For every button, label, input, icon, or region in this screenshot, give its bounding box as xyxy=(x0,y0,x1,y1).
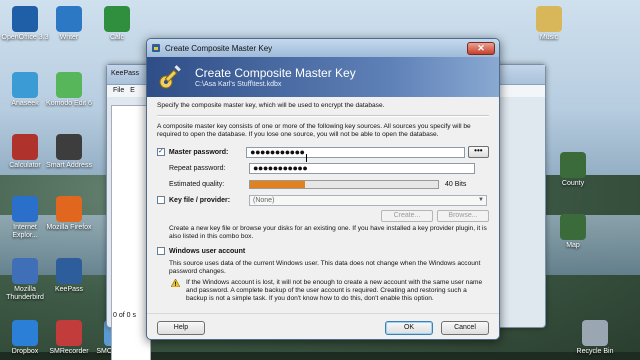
desktop-icon[interactable]: Music xyxy=(524,6,574,42)
cancel-button[interactable]: Cancel xyxy=(441,321,489,335)
desktop-icon-label: Internet Explor... xyxy=(12,224,38,239)
keepass-app-icon xyxy=(152,44,160,52)
key-icon xyxy=(159,65,181,89)
key-file-combo[interactable]: (None) ▼ xyxy=(249,194,487,206)
key-file-note: Create a new key file or browse your dis… xyxy=(169,225,487,240)
intro-text: Specify the composite master key, which … xyxy=(157,102,385,109)
keepass-group-pane[interactable] xyxy=(111,105,151,360)
app-icon xyxy=(56,134,82,160)
desktop-icon-label: KeePass xyxy=(54,286,84,293)
master-password-label: Master password: xyxy=(168,148,229,156)
app-icon xyxy=(536,6,562,32)
warning-icon xyxy=(171,279,180,287)
app-icon xyxy=(56,196,82,222)
desktop-icon[interactable]: Mozilla Firefox xyxy=(44,196,94,232)
desktop-icon-label: Writer xyxy=(59,34,79,41)
key-file-checkbox[interactable] xyxy=(157,196,165,204)
desktop-icon-label: Dropbox xyxy=(11,348,39,355)
dialog-title-bar[interactable]: Create Composite Master Key ✕ xyxy=(147,39,499,57)
desktop-icon-label: Komodo Edit 6 xyxy=(46,100,92,107)
key-file-selected: (None) xyxy=(253,196,275,204)
desktop-icon[interactable]: Anaseek xyxy=(0,72,50,108)
app-icon xyxy=(56,258,82,284)
browse-key-file-button[interactable]: Browse... xyxy=(437,210,489,222)
desktop-icon[interactable]: Internet Explor... xyxy=(0,196,50,240)
desktop-icon-label: Map xyxy=(566,242,580,249)
desktop-icon[interactable]: Recycle Bin xyxy=(570,320,620,356)
windows-account-label: Windows user account xyxy=(169,247,246,255)
dialog-banner: Create Composite Master Key C:\Asa Karl'… xyxy=(147,57,499,97)
chevron-down-icon: ▼ xyxy=(478,196,484,203)
desktop-icon[interactable]: SMRecorder xyxy=(44,320,94,356)
desktop-icon[interactable]: Calc xyxy=(92,6,142,42)
app-icon xyxy=(104,6,130,32)
dialog-button-bar: Help OK Cancel xyxy=(147,313,499,339)
desktop-icon-label: Anaseek xyxy=(11,100,39,107)
app-icon xyxy=(56,72,82,98)
app-icon xyxy=(12,258,38,284)
desktop-icon-label: Mozilla Thunderbird xyxy=(6,286,44,301)
desktop-icon-label: Mozilla Firefox xyxy=(46,224,92,231)
master-password-input[interactable]: ●●●●●●●●●●● xyxy=(246,146,465,158)
quality-bits: 40 Bits xyxy=(445,180,467,188)
separator xyxy=(157,115,489,117)
desktop-icon-label: Music xyxy=(539,34,559,41)
menu-file[interactable]: File xyxy=(113,87,124,94)
master-password-checkbox[interactable]: ✓ xyxy=(157,148,165,156)
repeat-password-input[interactable]: ●●●●●●●●●●● xyxy=(249,162,475,174)
desktop-icon-label: Calc xyxy=(109,34,124,41)
banner-title: Create Composite Master Key xyxy=(195,65,356,80)
desktop-icon-label: SMRecorder xyxy=(49,348,89,355)
windows-account-note: This source uses data of the current Win… xyxy=(169,260,481,275)
quality-bar xyxy=(249,179,439,189)
repeat-password-label: Repeat password: xyxy=(169,164,226,172)
create-master-key-dialog: Create Composite Master Key ✕ Create Com… xyxy=(146,38,500,340)
desktop-icon[interactable]: Mozilla Thunderbird xyxy=(0,258,50,302)
desktop-icon[interactable]: Map xyxy=(548,214,598,250)
app-icon xyxy=(56,320,82,346)
desktop-icon[interactable]: OpenOffice 3.3 xyxy=(0,6,50,42)
show-password-button[interactable]: ••• xyxy=(467,146,490,158)
banner-file-path: C:\Asa Karl's Stuff\test.kdbx xyxy=(195,80,282,88)
desktop-icon[interactable]: Writer xyxy=(44,6,94,42)
app-icon xyxy=(12,72,38,98)
desktop-icon[interactable]: County xyxy=(548,152,598,188)
menu-edit[interactable]: E xyxy=(130,87,135,94)
desktop-icon[interactable]: Dropbox xyxy=(0,320,50,356)
close-button[interactable]: ✕ xyxy=(467,41,495,55)
windows-account-warning: If the Windows account is lost, it will … xyxy=(186,279,483,302)
app-icon xyxy=(12,134,38,160)
desktop-icon-label: Calculator xyxy=(9,162,41,169)
app-icon xyxy=(560,214,586,240)
app-icon xyxy=(12,196,38,222)
desktop-icon[interactable]: Komodo Edit 6 xyxy=(44,72,94,108)
desktop-icon[interactable]: Smart Address xyxy=(44,134,94,170)
desktop-icon-label: Smart Address xyxy=(46,162,92,169)
dialog-window-title: Create Composite Master Key xyxy=(165,43,273,53)
desktop-icon-label: County xyxy=(561,180,585,187)
app-icon xyxy=(56,6,82,32)
app-icon xyxy=(560,152,586,178)
app-icon xyxy=(12,320,38,346)
desktop-icon[interactable]: Calculator xyxy=(0,134,50,170)
keepass-title: KeePass xyxy=(111,70,140,77)
desktop-icon-label: OpenOffice 3.3 xyxy=(1,34,49,41)
quality-label: Estimated quality: xyxy=(169,180,225,188)
quality-bar-fill xyxy=(250,180,305,188)
app-icon xyxy=(582,320,608,346)
desktop-icon-label: Recycle Bin xyxy=(576,348,614,355)
windows-account-checkbox[interactable] xyxy=(157,247,165,255)
ok-button[interactable]: OK xyxy=(385,321,433,335)
description-text: A composite master key consists of one o… xyxy=(157,123,471,138)
text-cursor-icon xyxy=(306,154,307,162)
create-key-file-button[interactable]: Create... xyxy=(381,210,433,222)
keepass-status: 0 of 0 s xyxy=(113,312,136,319)
help-button[interactable]: Help xyxy=(157,321,205,335)
app-icon xyxy=(12,6,38,32)
key-file-label: Key file / provider: xyxy=(169,196,231,204)
desktop-icon[interactable]: KeePass xyxy=(44,258,94,294)
